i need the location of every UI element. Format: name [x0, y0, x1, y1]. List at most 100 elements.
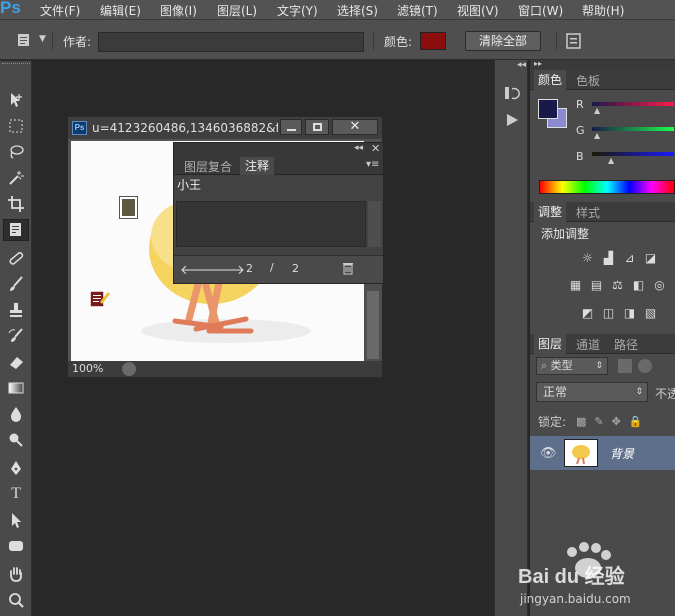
layer-filter-dropdown[interactable]: ⌕ 类型 ⇕: [536, 357, 608, 375]
black-white-icon[interactable]: ◧: [631, 277, 646, 292]
collapse-strip-icon[interactable]: ◂◂: [517, 60, 526, 70]
green-slider[interactable]: [592, 127, 674, 131]
panel-dock-header[interactable]: ▸▸: [530, 59, 675, 70]
marquee-tool-icon[interactable]: [3, 115, 29, 137]
color-spectrum-bar[interactable]: [539, 180, 675, 194]
toggle-notes-panel-icon[interactable]: [565, 32, 583, 50]
layer-name[interactable]: 背景: [610, 445, 634, 462]
tab-swatches[interactable]: 色板: [576, 72, 600, 89]
path-selection-tool-icon[interactable]: [3, 509, 29, 531]
type-tool-icon[interactable]: T: [3, 483, 29, 505]
eraser-tool-icon[interactable]: [3, 351, 29, 373]
tab-channels[interactable]: 通道: [576, 336, 600, 353]
zoom-tool-icon[interactable]: [3, 589, 29, 611]
note-scrollbar[interactable]: [368, 201, 381, 247]
notes-panel-header[interactable]: ◂◂ ✕: [174, 142, 383, 157]
author-input[interactable]: [98, 32, 364, 52]
actions-panel-icon[interactable]: [504, 112, 520, 128]
menu-view[interactable]: 视图(V): [457, 2, 499, 19]
blue-slider-thumb[interactable]: ▲: [608, 156, 614, 165]
filter-adjustment-icon[interactable]: [638, 359, 652, 373]
rectangle-tool-icon[interactable]: [3, 535, 29, 557]
minimize-button[interactable]: [280, 119, 302, 135]
close-button[interactable]: ✕: [332, 119, 378, 135]
zoom-level[interactable]: 100%: [72, 362, 103, 375]
collapse-panel-icon[interactable]: ◂◂: [354, 143, 363, 153]
panel-menu-icon[interactable]: ▾≡: [366, 159, 379, 170]
blue-slider[interactable]: [592, 152, 674, 156]
selective-color-icon[interactable]: ▧: [643, 305, 658, 320]
posterize-icon[interactable]: ◫: [601, 305, 616, 320]
tab-notes[interactable]: 注释: [240, 157, 274, 175]
document-title-bar[interactable]: Ps u=4123260486,1346036882&f... ✕: [68, 117, 382, 139]
visibility-eye-icon[interactable]: 👁: [540, 446, 557, 461]
tab-layers[interactable]: 图层: [534, 334, 567, 354]
tab-adjustments[interactable]: 调整: [534, 202, 567, 222]
history-brush-tool-icon[interactable]: [3, 325, 29, 347]
hand-tool-icon[interactable]: [3, 563, 29, 585]
spot-healing-brush-icon[interactable]: [3, 247, 29, 269]
tab-paths[interactable]: 路径: [614, 336, 638, 353]
menu-select[interactable]: 选择(S): [337, 2, 378, 19]
invert-icon[interactable]: ◩: [580, 305, 595, 320]
menu-edit[interactable]: 编辑(E): [100, 2, 141, 19]
threshold-icon[interactable]: ◨: [622, 305, 637, 320]
note-color-swatch[interactable]: [420, 32, 446, 50]
hue-saturation-icon[interactable]: ▤: [589, 277, 604, 292]
brush-tool-icon[interactable]: [3, 273, 29, 295]
close-panel-icon[interactable]: ✕: [371, 142, 380, 155]
red-slider[interactable]: [592, 102, 674, 106]
trash-icon[interactable]: [342, 261, 354, 275]
note-tool-icon[interactable]: [3, 219, 29, 241]
foreground-color-swatch[interactable]: [538, 99, 558, 119]
curves-icon[interactable]: ⊿: [622, 250, 637, 265]
note-text-area[interactable]: [176, 201, 366, 247]
menu-window[interactable]: 窗口(W): [518, 2, 563, 19]
tab-layer-comps[interactable]: 图层复合: [178, 158, 238, 176]
history-panel-icon[interactable]: [503, 84, 521, 102]
note-tool-preset-icon[interactable]: [16, 32, 32, 48]
move-tool-icon[interactable]: [3, 89, 29, 111]
lock-all-icon[interactable]: 🔒: [629, 415, 643, 428]
menu-image[interactable]: 图像(I): [160, 2, 197, 19]
clone-stamp-tool-icon[interactable]: [3, 299, 29, 321]
levels-icon[interactable]: ▟: [601, 250, 616, 265]
menu-file[interactable]: 文件(F): [40, 2, 80, 19]
lock-position-icon[interactable]: ✥: [612, 415, 621, 428]
pen-tool-icon[interactable]: [3, 457, 29, 479]
menu-type[interactable]: 文字(Y): [277, 2, 318, 19]
menu-layer[interactable]: 图层(L): [217, 2, 257, 19]
gradient-tool-icon[interactable]: [3, 377, 29, 399]
scrollbar-thumb[interactable]: [367, 291, 379, 359]
note-marker-icon[interactable]: [120, 197, 137, 218]
layer-row-background[interactable]: 👁 背景: [530, 436, 675, 470]
blend-mode-dropdown[interactable]: 正常 ⇕: [536, 382, 648, 402]
lock-pixels-icon[interactable]: ✎: [594, 415, 603, 428]
status-menu-icon[interactable]: [122, 362, 136, 376]
menu-filter[interactable]: 滤镜(T): [397, 2, 438, 19]
next-note-icon[interactable]: 🡒: [210, 262, 245, 278]
brightness-contrast-icon[interactable]: ☼: [580, 250, 595, 265]
red-slider-thumb[interactable]: ▲: [594, 106, 600, 115]
menu-help[interactable]: 帮助(H): [582, 2, 624, 19]
color-balance-icon[interactable]: ⚖: [610, 277, 625, 292]
exposure-icon[interactable]: ◪: [643, 250, 658, 265]
crop-tool-icon[interactable]: [3, 193, 29, 215]
active-note-marker-icon[interactable]: [89, 289, 111, 309]
maximize-button[interactable]: [305, 119, 329, 135]
magic-wand-tool-icon[interactable]: [3, 167, 29, 189]
tab-color[interactable]: 颜色: [534, 70, 567, 90]
filter-pixel-icon[interactable]: [618, 359, 632, 373]
photo-filter-icon[interactable]: ◎: [652, 277, 667, 292]
expand-panels-icon[interactable]: ▸▸: [534, 59, 542, 68]
toolbox-grip[interactable]: [2, 63, 30, 67]
tab-styles[interactable]: 样式: [576, 204, 600, 221]
green-slider-thumb[interactable]: ▲: [594, 131, 600, 140]
lock-transparent-icon[interactable]: ▩: [576, 415, 586, 428]
vibrance-icon[interactable]: ▦: [568, 277, 583, 292]
chevron-down-icon[interactable]: ▼: [39, 34, 46, 44]
dodge-tool-icon[interactable]: [3, 429, 29, 451]
clear-all-button[interactable]: 清除全部: [465, 31, 541, 51]
blur-tool-icon[interactable]: [3, 403, 29, 425]
lasso-tool-icon[interactable]: [3, 141, 29, 163]
